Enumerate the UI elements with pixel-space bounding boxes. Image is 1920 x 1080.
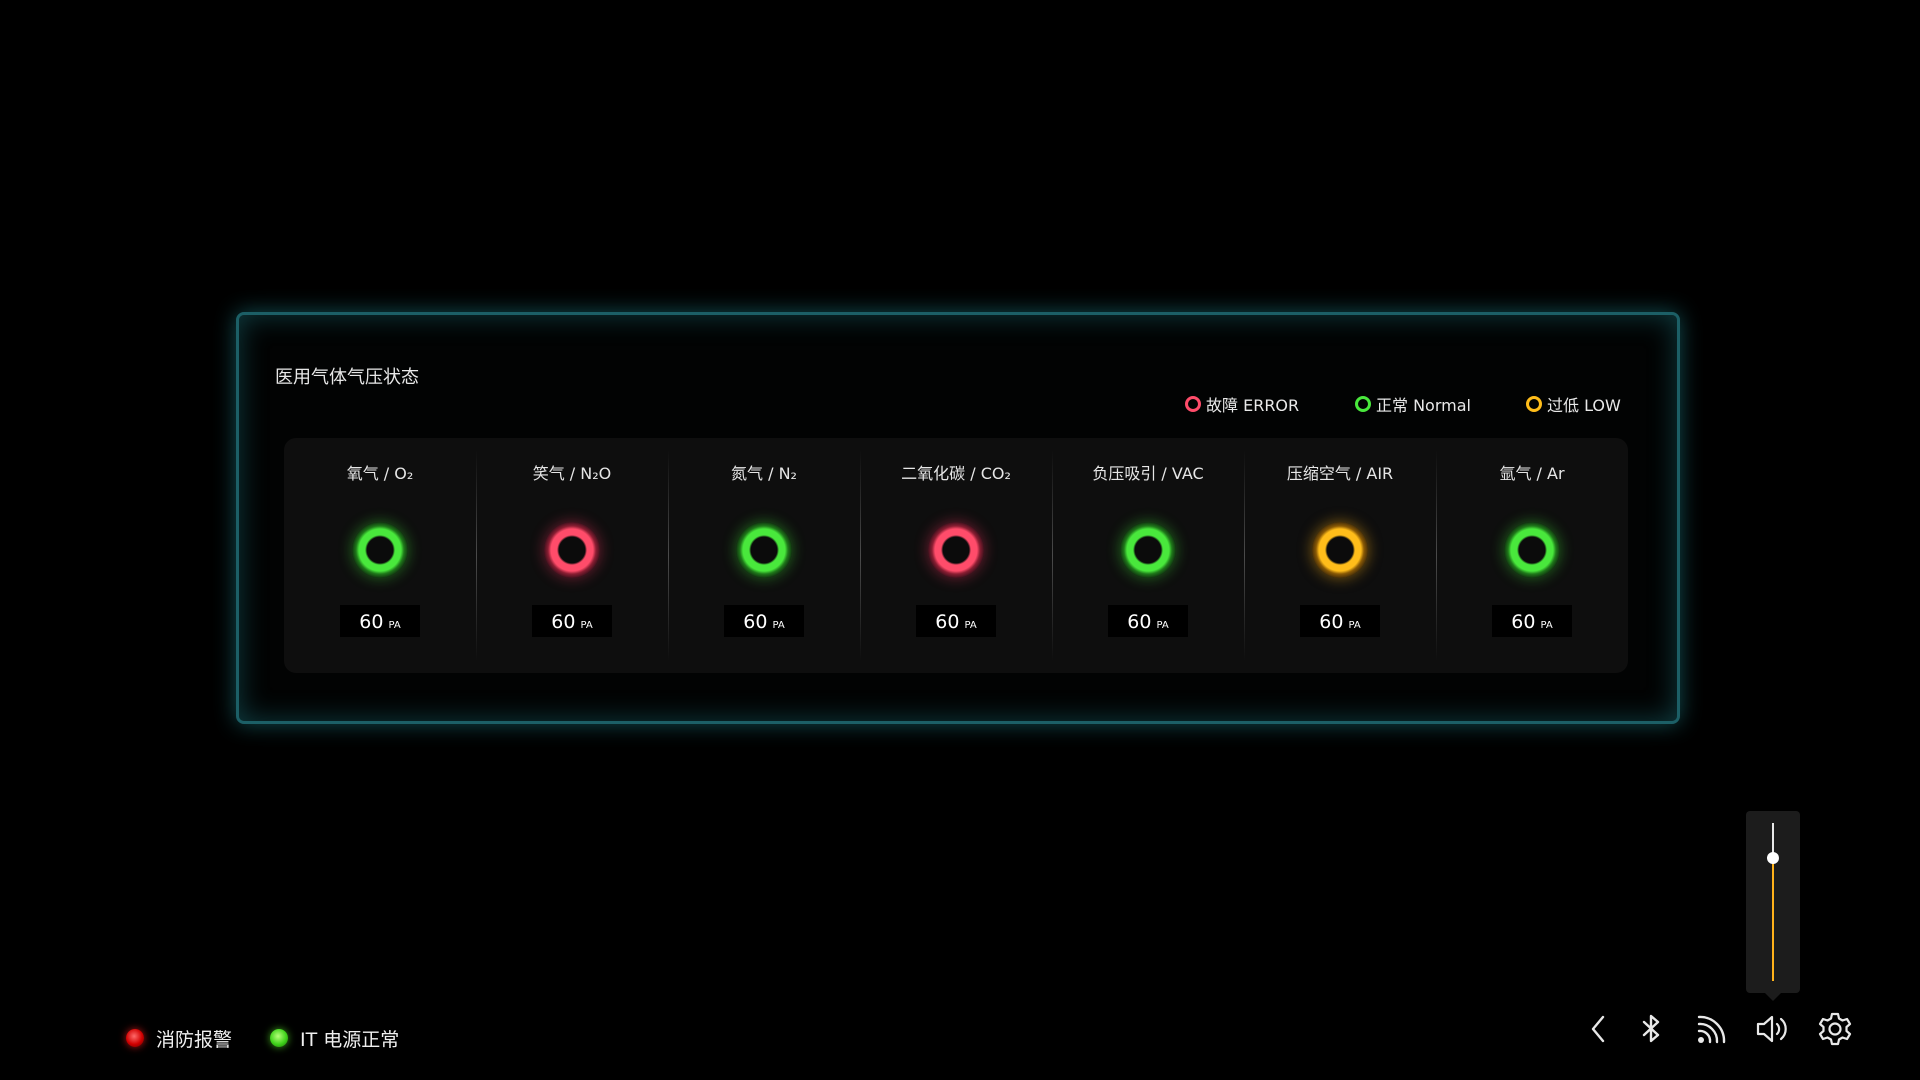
it-power-indicator: IT 电源正常: [270, 1024, 399, 1052]
gas-card-n2o: 笑气 / N₂O 60 PA: [476, 438, 668, 673]
gear-icon[interactable]: [1815, 1009, 1855, 1049]
bluetooth-icon[interactable]: [1632, 1009, 1672, 1049]
pressure-unit: PA: [580, 620, 593, 631]
pressure-readout: 60 PA: [1108, 605, 1188, 637]
status-lamp-icon: [544, 522, 600, 578]
gas-card-o2: 氧气 / O₂ 60 PA: [284, 438, 476, 673]
legend-normal-label: 正常 Normal: [1376, 396, 1471, 415]
gas-name: 二氧化碳 / CO₂: [901, 464, 1011, 483]
gas-card-co2: 二氧化碳 / CO₂ 60 PA: [860, 438, 1052, 673]
legend-normal: 正常 Normal: [1355, 392, 1471, 416]
panel-title: 医用气体气压状态: [275, 367, 419, 388]
pressure-value: 60: [551, 611, 576, 633]
pressure-unit: PA: [388, 620, 401, 631]
status-lamp-icon: [1312, 522, 1368, 578]
gas-grid: 氧气 / O₂ 60 PA 笑气 / N₂O 60 PA 氮气 / N₂ 60 …: [284, 438, 1628, 673]
legend-error: 故障 ERROR: [1185, 392, 1299, 416]
gas-name: 压缩空气 / AIR: [1286, 464, 1394, 483]
pressure-readout: 60 PA: [340, 605, 420, 637]
it-power-label: IT 电源正常: [300, 1028, 400, 1051]
pressure-unit: PA: [772, 620, 785, 631]
status-lamp-icon: [1120, 522, 1176, 578]
it-power-led-icon: [270, 1029, 288, 1047]
gas-name: 负压吸引 / VAC: [1092, 464, 1204, 483]
pressure-readout: 60 PA: [916, 605, 996, 637]
pressure-unit: PA: [964, 620, 977, 631]
pressure-readout: 60 PA: [1492, 605, 1572, 637]
volume-track-fill: [1772, 857, 1774, 981]
pressure-readout: 60 PA: [1300, 605, 1380, 637]
volume-slider[interactable]: [1746, 811, 1800, 1001]
chevron-left-icon[interactable]: [1579, 1009, 1619, 1049]
pressure-value: 60: [935, 611, 960, 633]
status-lamp-icon: [736, 522, 792, 578]
fire-alarm-label: 消防报警: [156, 1028, 233, 1051]
fire-alarm-indicator: 消防报警: [126, 1024, 232, 1052]
low-ring-icon: [1526, 396, 1542, 412]
pressure-value: 60: [1127, 611, 1152, 633]
legend-low: 过低 LOW: [1526, 392, 1621, 416]
pressure-unit: PA: [1540, 620, 1553, 631]
gas-name: 氩气 / Ar: [1499, 464, 1565, 483]
pressure-unit: PA: [1348, 620, 1361, 631]
gas-name: 氮气 / N₂: [731, 464, 797, 483]
gas-name: 笑气 / N₂O: [532, 464, 612, 483]
pressure-value: 60: [1319, 611, 1344, 633]
gas-pressure-panel: 医用气体气压状态 故障 ERROR 正常 Normal 过低 LOW 氧气 / …: [236, 312, 1680, 724]
wireless-signal-icon[interactable]: [1691, 1009, 1731, 1049]
pressure-readout: 60 PA: [724, 605, 804, 637]
status-lamp-icon: [1504, 522, 1560, 578]
fire-alarm-led-icon: [126, 1029, 144, 1047]
gas-card-air: 压缩空气 / AIR 60 PA: [1244, 438, 1436, 673]
error-ring-icon: [1185, 396, 1201, 412]
status-lamp-icon: [352, 522, 408, 578]
pressure-value: 60: [743, 611, 768, 633]
pressure-value: 60: [1511, 611, 1536, 633]
gas-name: 氧气 / O₂: [346, 464, 414, 483]
volume-icon[interactable]: [1753, 1009, 1793, 1049]
gas-card-ar: 氩气 / Ar 60 PA: [1436, 438, 1628, 673]
legend-error-label: 故障 ERROR: [1206, 396, 1300, 415]
pressure-unit: PA: [1156, 620, 1169, 631]
pressure-value: 60: [359, 611, 384, 633]
normal-ring-icon: [1355, 396, 1371, 412]
volume-slider-thumb[interactable]: [1767, 851, 1779, 864]
gas-card-n2: 氮气 / N₂ 60 PA: [668, 438, 860, 673]
gas-card-vac: 负压吸引 / VAC 60 PA: [1052, 438, 1244, 673]
status-lamp-icon: [928, 522, 984, 578]
legend-low-label: 过低 LOW: [1547, 396, 1621, 415]
pressure-readout: 60 PA: [532, 605, 612, 637]
